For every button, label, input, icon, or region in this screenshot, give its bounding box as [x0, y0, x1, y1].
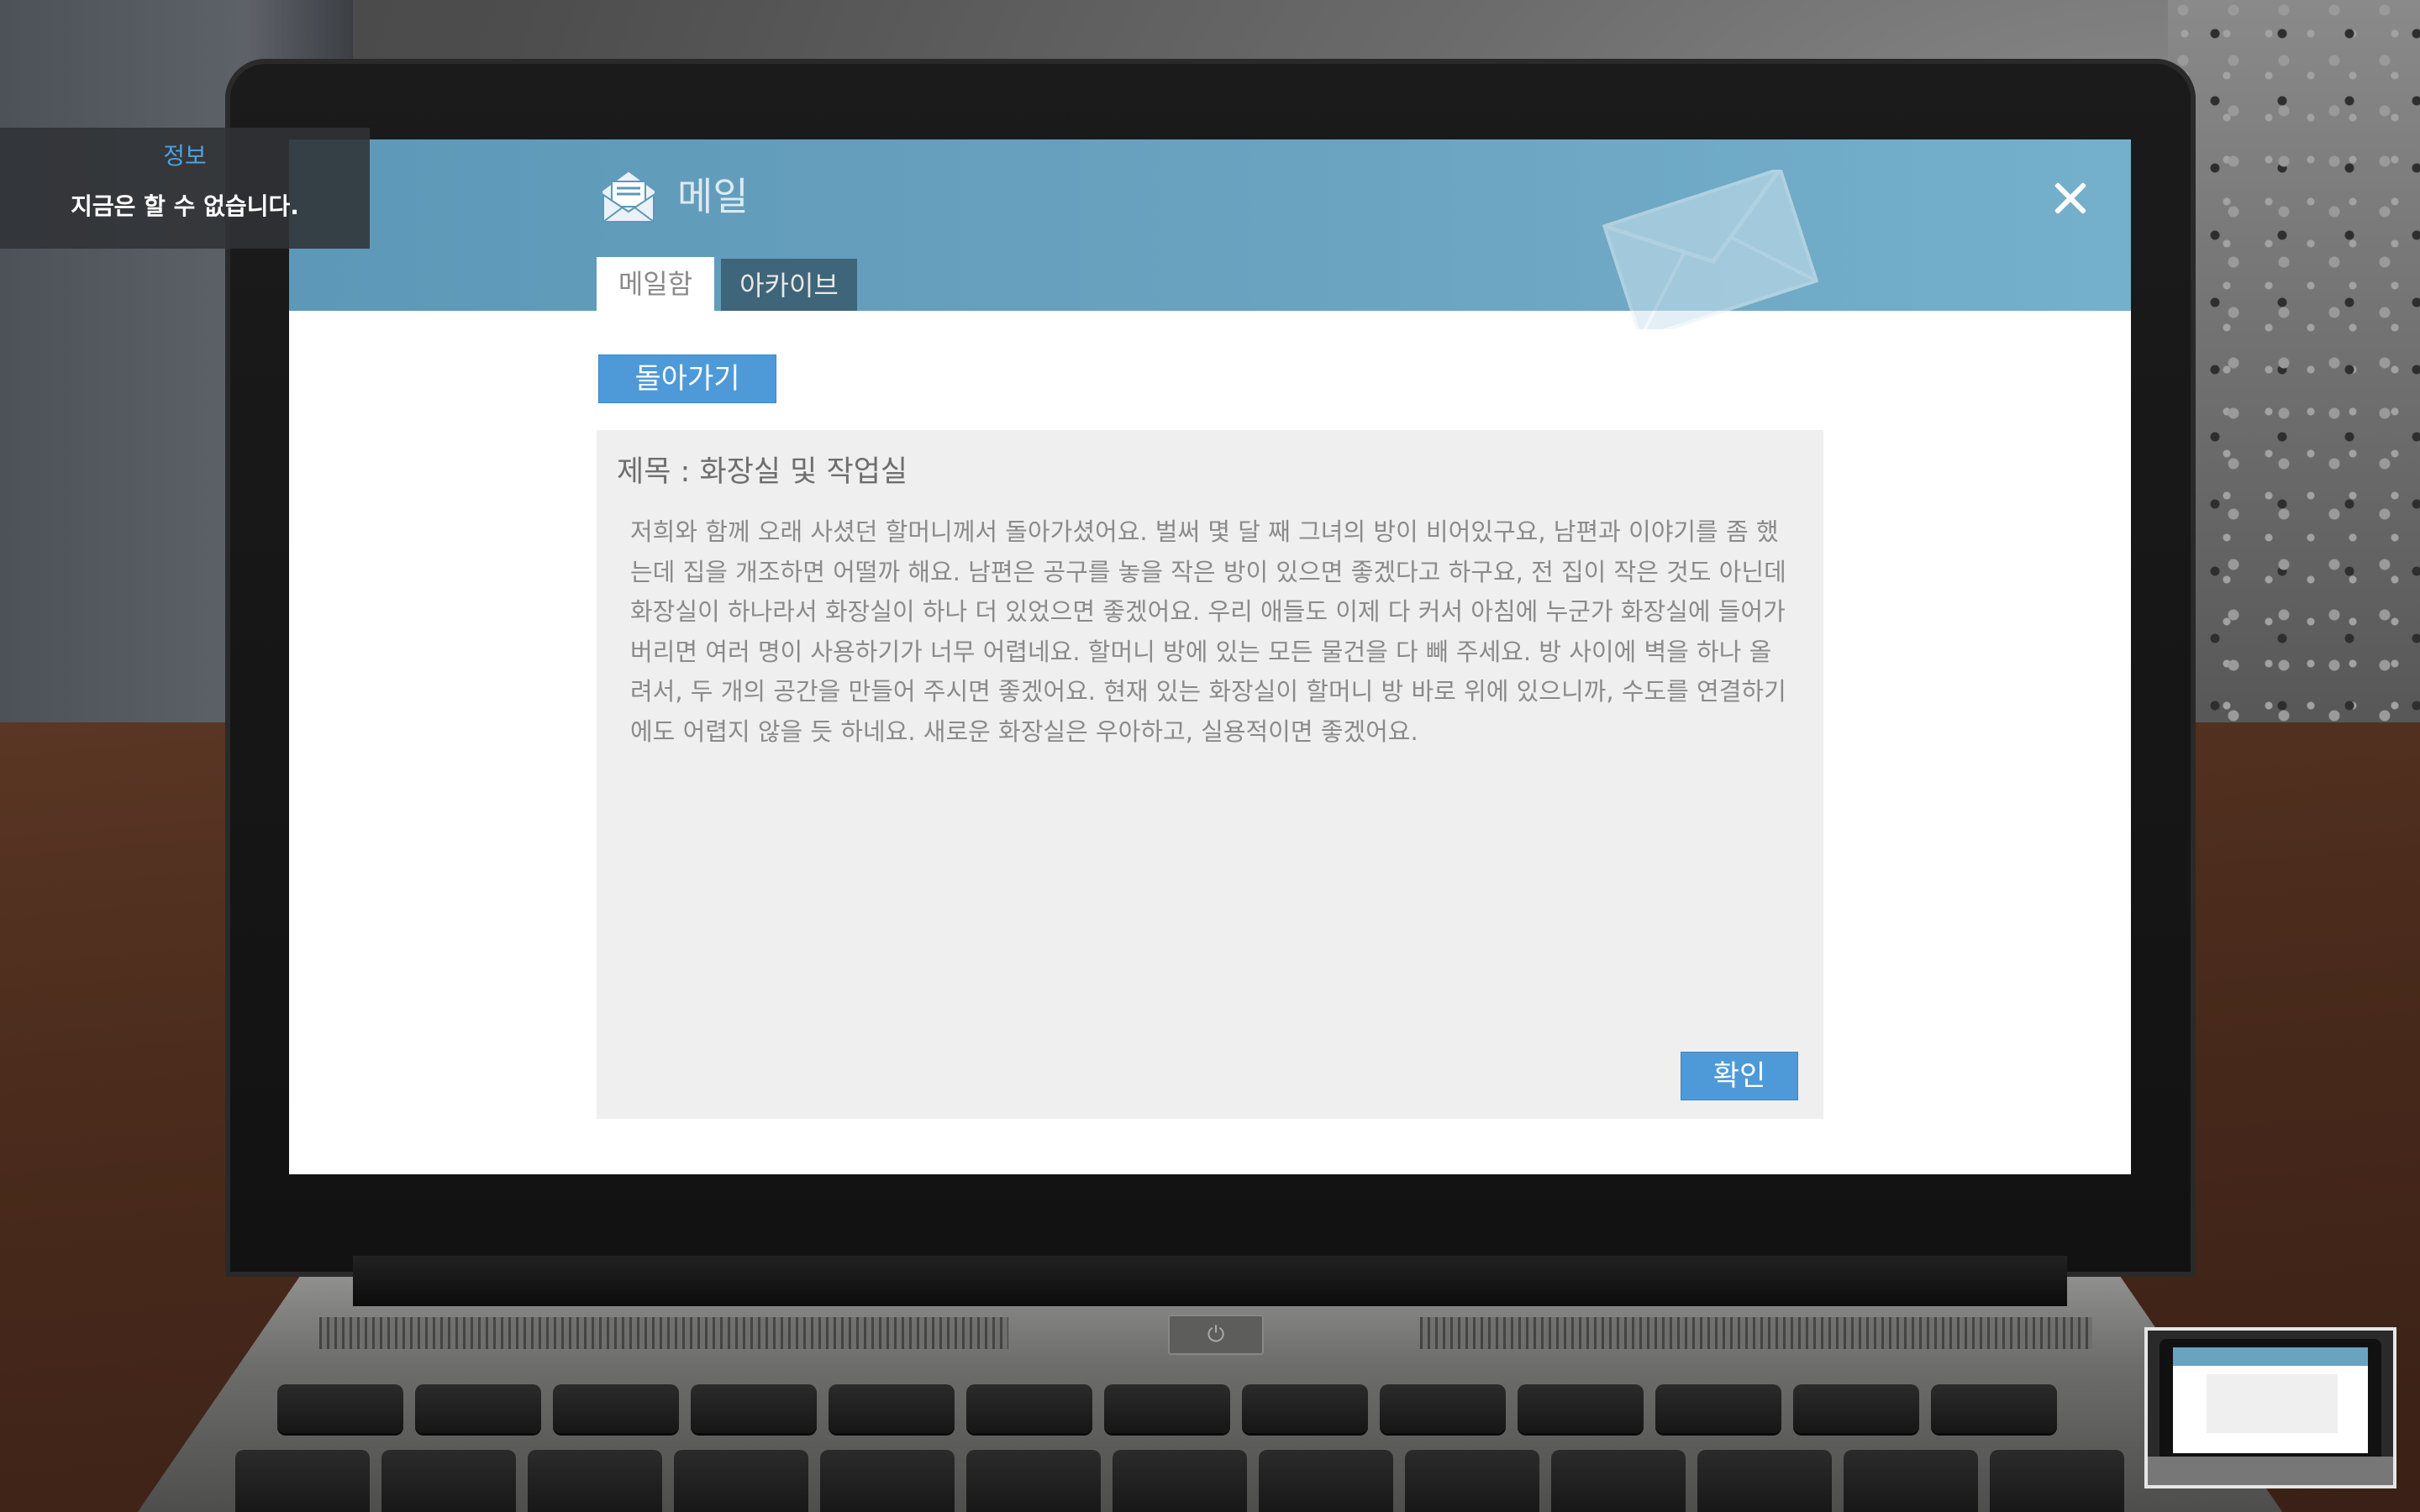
speaker-grille-left: [319, 1317, 1008, 1349]
open-envelope-icon: [602, 171, 655, 223]
thumbnail-laptop-base: [2148, 1457, 2393, 1485]
keyboard-function-row: [277, 1384, 2057, 1433]
tab-inbox[interactable]: 메일함: [597, 257, 714, 311]
mail-message-text: 저희와 함께 오래 사셨던 할머니께서 돌아가셨어요. 벌써 몇 달 째 그녀의…: [630, 517, 1786, 746]
back-button[interactable]: 돌아가기: [598, 354, 776, 403]
laptop-hinge: [353, 1256, 2067, 1306]
speaker-grille-right: [1420, 1317, 2092, 1349]
thumbnail-screen: [2173, 1347, 2368, 1453]
power-key: ⏻: [1168, 1315, 1264, 1355]
laptop-screen: 메일 메일함 아카이브 돌아가기 제목 : 화장실 및 작업실 저희와 함께 오…: [289, 139, 2131, 1174]
thumbnail-header: [2173, 1347, 2368, 1366]
envelope-watermark-icon: [1602, 170, 1818, 329]
info-toast-message: 지금은 할 수 없습니다.: [71, 192, 299, 220]
info-toast: 정보 지금은 할 수 없습니다.: [0, 128, 370, 249]
camera-preview-thumbnail: [2144, 1327, 2396, 1488]
mail-subject: 제목 : 화장실 및 작업실: [617, 455, 908, 489]
mail-header: 메일 메일함 아카이브: [289, 139, 2131, 329]
info-toast-title: 정보: [163, 142, 207, 170]
keyboard-number-row: [235, 1450, 2124, 1512]
stone-wall: [2168, 0, 2420, 756]
confirm-button[interactable]: 확인: [1681, 1052, 1798, 1100]
thumbnail-panel: [2207, 1374, 2338, 1433]
tab-archive[interactable]: 아카이브: [721, 259, 857, 311]
close-icon[interactable]: [2045, 173, 2096, 223]
mail-message-panel: 제목 : 화장실 및 작업실 저희와 함께 오래 사셨던 할머니께서 돌아가셨어…: [597, 430, 1823, 1119]
mail-title: 메일: [677, 174, 749, 219]
